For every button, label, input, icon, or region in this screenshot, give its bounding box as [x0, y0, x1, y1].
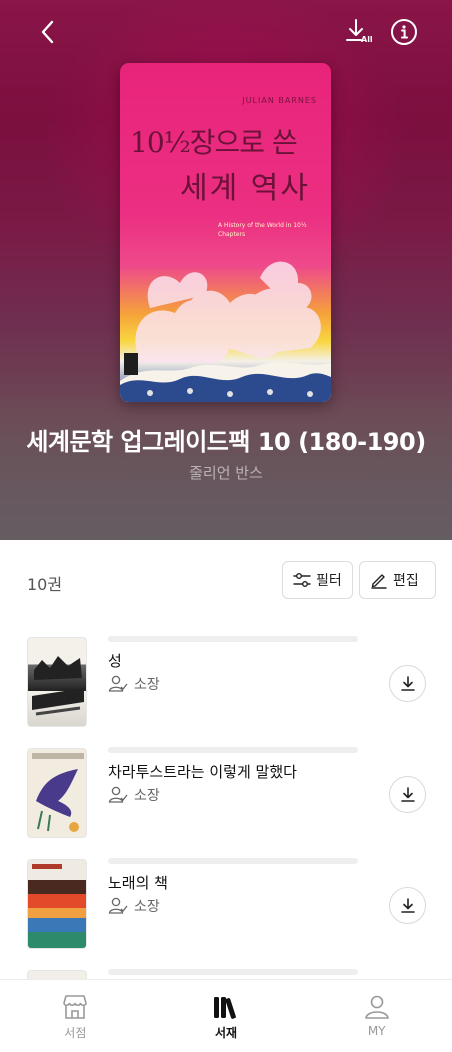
book-cover-thumbnail[interactable]	[27, 748, 87, 838]
owned-status: 소장	[108, 896, 160, 916]
pack-cover-image: JULIAN BARNES 10½장으로 쓴 세계 역사 A History o…	[120, 63, 331, 402]
reading-progress-bar	[108, 969, 358, 975]
owned-status: 소장	[108, 674, 160, 694]
owned-user-icon	[108, 675, 128, 692]
info-button[interactable]	[386, 14, 422, 50]
nav-my-label: MY	[367, 1024, 386, 1038]
info-icon	[391, 19, 417, 45]
book-count: 10권	[27, 575, 63, 594]
owned-user-icon	[108, 786, 128, 803]
book-title[interactable]: 차라투스트라는 이렇게 말했다	[108, 761, 297, 782]
download-all-badge: All	[361, 35, 373, 44]
edit-button[interactable]: 편집	[359, 561, 436, 599]
bottom-navigation: 서점 서재 MY	[0, 979, 452, 1052]
pack-author: 줄리언 반스	[189, 464, 263, 482]
cover-art	[32, 753, 84, 832]
download-all-button[interactable]: All	[340, 14, 376, 50]
cover-art	[28, 864, 86, 948]
cover-art	[32, 656, 84, 716]
reading-progress-bar	[108, 636, 358, 642]
book-title[interactable]: 성	[108, 650, 122, 671]
owned-status: 소장	[108, 785, 160, 805]
nav-store-label: 서점	[64, 1026, 87, 1040]
book-row[interactable]: 노래의 책 소장	[0, 844, 452, 955]
filter-label: 필터	[316, 573, 342, 589]
cover-foliage-illustration	[120, 261, 331, 402]
owned-label: 소장	[134, 788, 160, 804]
download-button[interactable]	[389, 665, 426, 702]
pack-hero: All JULIAN BARNES 10½장으로 쓴 세계 역사 A Histo…	[0, 0, 452, 540]
store-icon	[63, 995, 88, 1019]
book-cover-thumbnail[interactable]	[27, 637, 87, 727]
reading-progress-bar	[108, 858, 358, 864]
filter-icon	[293, 573, 311, 587]
reading-progress-bar	[108, 747, 358, 753]
owned-label: 소장	[134, 899, 160, 915]
book-row[interactable]: 성 소장	[0, 622, 452, 733]
nav-library-label: 서재	[214, 1026, 238, 1040]
pack-title: 세계문학 업그레이드팩 10 (180-190)	[26, 428, 426, 456]
book-row[interactable]: 차라투스트라는 이렇게 말했다 소장	[0, 733, 452, 844]
nav-store[interactable]: 서점	[0, 980, 151, 1052]
nav-my[interactable]: MY	[301, 980, 452, 1052]
owned-user-icon	[108, 897, 128, 914]
chevron-left-icon	[41, 20, 54, 44]
download-button[interactable]	[389, 776, 426, 813]
library-icon	[214, 997, 236, 1019]
owned-label: 소장	[134, 677, 160, 693]
book-title[interactable]: 노래의 책	[108, 872, 168, 893]
filter-button[interactable]: 필터	[282, 561, 353, 599]
back-button[interactable]	[30, 14, 66, 50]
pencil-icon	[371, 574, 387, 589]
user-icon	[364, 995, 389, 1019]
nav-library[interactable]: 서재	[151, 980, 302, 1052]
edit-label: 편집	[393, 573, 419, 589]
book-cover-thumbnail[interactable]	[27, 859, 87, 949]
download-button[interactable]	[389, 887, 426, 924]
download-icon	[400, 897, 415, 913]
download-icon	[400, 786, 415, 802]
download-icon	[400, 675, 415, 691]
list-toolbar: 10권 필터 편집	[0, 540, 452, 622]
